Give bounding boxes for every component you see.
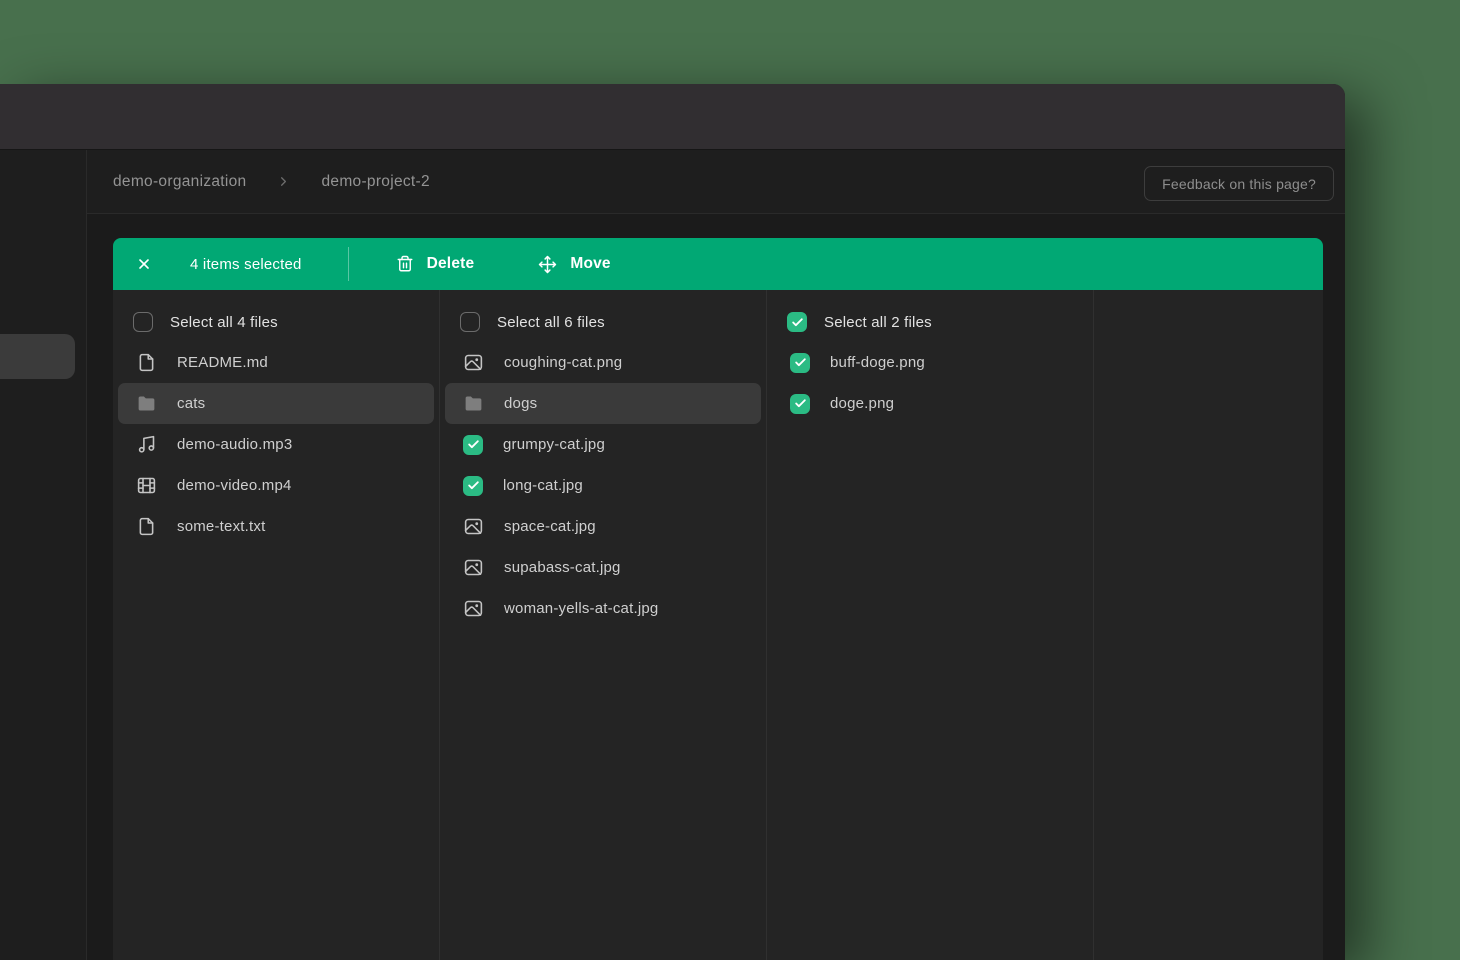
file-row[interactable]: space-cat.jpg [445, 506, 761, 547]
chevron-right-icon [276, 174, 291, 189]
checkbox[interactable] [460, 312, 480, 332]
file-name: doge.png [830, 395, 894, 412]
delete-button-label: Delete [427, 255, 475, 273]
file-name: grumpy-cat.jpg [503, 436, 605, 453]
file-row[interactable]: demo-video.mp4 [118, 465, 434, 506]
image-icon [462, 516, 484, 538]
audio-icon [135, 434, 157, 456]
file-row[interactable]: README.md [118, 342, 434, 383]
checkbox[interactable] [133, 312, 153, 332]
move-button[interactable]: Move [538, 255, 610, 274]
select-all-label: Select all 4 files [170, 314, 278, 331]
file-row[interactable]: long-cat.jpg [445, 465, 761, 506]
file-name: supabass-cat.jpg [504, 559, 621, 576]
file-row[interactable]: doge.png [772, 383, 1088, 424]
file-row[interactable]: cats [118, 383, 434, 424]
move-icon [538, 255, 557, 274]
breadcrumb-project[interactable]: demo-project-2 [321, 173, 429, 191]
image-icon [462, 598, 484, 620]
checkbox[interactable] [790, 353, 810, 373]
select-all-label: Select all 6 files [497, 314, 605, 331]
trash-icon [396, 255, 414, 273]
app-window: demo-organization demo-project-2 Feedbac… [0, 84, 1345, 960]
select-all-label: Select all 2 files [824, 314, 932, 331]
empty-column [1094, 290, 1323, 960]
file-row[interactable]: supabass-cat.jpg [445, 547, 761, 588]
checkbox[interactable] [790, 394, 810, 414]
file-name: cats [177, 395, 205, 412]
delete-button[interactable]: Delete [396, 255, 475, 273]
file-column-1: Select all 4 files README.md cats demo-audi… [113, 290, 440, 960]
feedback-button[interactable]: Feedback on this page? [1144, 166, 1334, 201]
file-icon [135, 516, 157, 538]
close-selection-button[interactable] [136, 256, 152, 272]
file-name: buff-doge.png [830, 354, 925, 371]
page-background: { "colors": { "page_background": "#48704… [0, 0, 1460, 960]
file-name: demo-audio.mp3 [177, 436, 292, 453]
file-column-2: Select all 6 files coughing-cat.png dogs gr… [440, 290, 767, 960]
file-row[interactable]: demo-audio.mp3 [118, 424, 434, 465]
selection-divider [348, 247, 349, 281]
file-row[interactable]: coughing-cat.png [445, 342, 761, 383]
breadcrumb-bar: demo-organization demo-project-2 Feedbac… [0, 150, 1345, 214]
selection-bar: 4 items selected Delete Move [113, 238, 1323, 290]
file-name: demo-video.mp4 [177, 477, 292, 494]
move-button-label: Move [570, 255, 610, 273]
breadcrumb-organization[interactable]: demo-organization [113, 173, 246, 191]
file-row[interactable]: dogs [445, 383, 761, 424]
folder-icon [462, 393, 484, 415]
file-column-3: Select all 2 files buff-doge.png doge.png [767, 290, 1094, 960]
file-name: README.md [177, 354, 268, 371]
file-icon [135, 352, 157, 374]
selection-count: 4 items selected [190, 256, 302, 273]
folder-icon [135, 393, 157, 415]
file-name: space-cat.jpg [504, 518, 596, 535]
select-all-row[interactable]: Select all 4 files [113, 302, 439, 342]
file-row[interactable]: grumpy-cat.jpg [445, 424, 761, 465]
select-all-row[interactable]: Select all 2 files [767, 302, 1093, 342]
file-row[interactable]: buff-doge.png [772, 342, 1088, 383]
checkbox[interactable] [787, 312, 807, 332]
file-name: some-text.txt [177, 518, 265, 535]
window-header [0, 84, 1345, 150]
file-row[interactable]: some-text.txt [118, 506, 434, 547]
sidebar-active-item[interactable] [0, 334, 75, 379]
video-icon [135, 475, 157, 497]
checkbox[interactable] [463, 476, 483, 496]
file-name: woman-yells-at-cat.jpg [504, 600, 658, 617]
x-icon [136, 256, 152, 272]
file-name: long-cat.jpg [503, 477, 583, 494]
checkbox[interactable] [463, 435, 483, 455]
file-row[interactable]: woman-yells-at-cat.jpg [445, 588, 761, 629]
file-name: dogs [504, 395, 537, 412]
sidebar [0, 150, 87, 960]
image-icon [462, 352, 484, 374]
file-columns: Select all 4 files README.md cats demo-audi… [113, 290, 1323, 960]
image-icon [462, 557, 484, 579]
select-all-row[interactable]: Select all 6 files [440, 302, 766, 342]
file-name: coughing-cat.png [504, 354, 622, 371]
